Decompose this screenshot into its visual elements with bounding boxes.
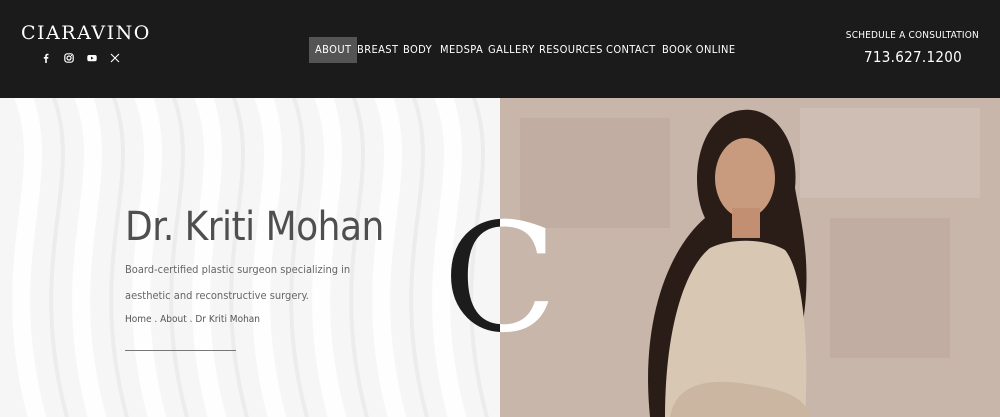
doctor-photo — [500, 98, 1000, 417]
nav-contact[interactable]: CONTACT — [600, 37, 662, 63]
schedule-consultation-link[interactable]: SCHEDULE A CONSULTATION — [846, 30, 979, 41]
page-title: Dr. Kriti Mohan — [125, 204, 384, 250]
instagram-icon[interactable] — [64, 53, 74, 63]
breadcrumb-current: Dr Kriti Mohan — [195, 314, 260, 325]
breadcrumb-separator: . — [151, 314, 161, 325]
doctor-portrait-image — [500, 98, 1000, 417]
page-subtitle: Board-certified plastic surgeon speciali… — [125, 263, 351, 302]
nav-medspa[interactable]: MEDSPA — [434, 37, 489, 63]
brand-logo[interactable]: CIARAVINO — [21, 22, 151, 44]
nav-gallery[interactable]: GALLERY — [482, 37, 541, 63]
breadcrumb: Home . About . Dr Kriti Mohan — [125, 314, 260, 325]
breadcrumb-about[interactable]: About — [160, 314, 187, 325]
phone-link[interactable]: 713.627.1200 — [864, 48, 962, 66]
nav-body[interactable]: BODY — [397, 37, 438, 63]
site-header: CIARAVINO ABOUT BREAST BODY MEDSPA GALLE… — [0, 0, 1000, 98]
nav-book-online[interactable]: BOOK ONLINE — [656, 37, 741, 63]
breadcrumb-home[interactable]: Home — [125, 314, 152, 325]
nav-resources[interactable]: RESOURCES — [533, 37, 609, 63]
facebook-icon[interactable] — [41, 53, 51, 63]
x-icon[interactable] — [110, 53, 120, 63]
youtube-icon[interactable] — [87, 53, 97, 63]
main-nav: ABOUT BREAST BODY MEDSPA GALLERY RESOURC… — [309, 37, 735, 63]
title-divider — [125, 350, 236, 351]
monogram-c: C C — [445, 210, 555, 350]
